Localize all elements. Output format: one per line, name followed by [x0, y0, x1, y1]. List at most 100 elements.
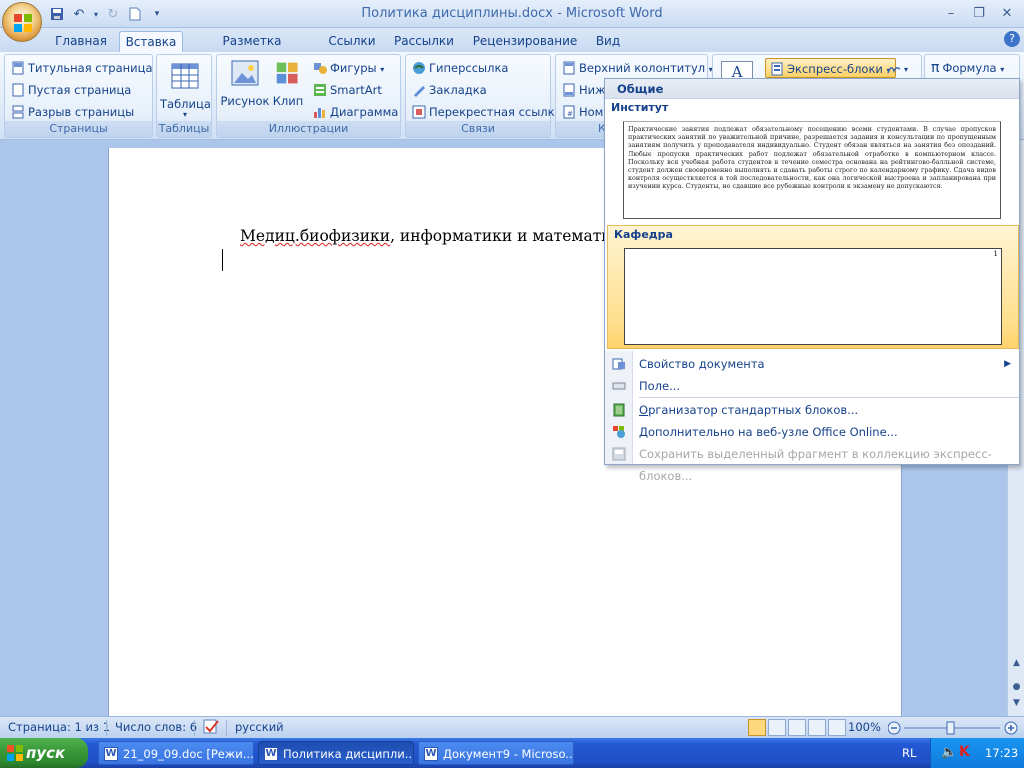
preview-page-number: 1 [993, 250, 998, 258]
minimize-button[interactable]: – [940, 3, 962, 23]
taskbar-item-doc2[interactable]: W Политика дисципли... [258, 741, 414, 765]
close-button[interactable]: ✕ [996, 3, 1018, 23]
start-button[interactable]: пуск [0, 738, 88, 768]
picture-icon [231, 60, 259, 86]
group-pages-label: Страницы [5, 121, 152, 137]
quick-parts-icon [771, 62, 783, 76]
zoom-slider[interactable] [888, 721, 1018, 735]
title-bar: ↶ ▾ ↻ ▾ Политика дисциплины.docx - Micro… [0, 0, 1024, 28]
taskbar-item-doc1[interactable]: W 21_09_09.doc [Режи... [98, 741, 254, 765]
tab-mailings[interactable]: Рассылки [392, 31, 456, 52]
text-cursor [222, 249, 223, 271]
shapes-button[interactable]: Фигуры ▾ [313, 58, 384, 78]
gallery-item-institute-preview: Практические занятия подлежат обязательн… [628, 125, 996, 191]
quick-parts-button[interactable]: Экспресс-блоки ▾ [765, 58, 896, 78]
system-tray: 🔈 K 17:23 [930, 738, 1024, 768]
blank-page-button[interactable]: Пустая страница [11, 80, 131, 100]
footer-icon [563, 83, 575, 97]
building-blocks-organizer-item[interactable]: Организатор стандартных блоков... [605, 399, 1019, 421]
header-icon [563, 61, 575, 75]
gallery-item-department[interactable]: Кафедра 1 [607, 225, 1019, 349]
help-icon[interactable]: ? [1004, 31, 1020, 47]
equation-button[interactable]: π Формула ▾ [931, 58, 1004, 78]
bookmark-button[interactable]: Закладка [412, 80, 487, 100]
word-count-status[interactable]: Число слов: 6 [115, 720, 197, 734]
office-logo-icon [14, 14, 32, 32]
hyperlink-button[interactable]: Гиперссылка [412, 58, 508, 78]
status-separator [226, 720, 227, 736]
footer-button[interactable]: Ниж [562, 80, 605, 100]
page-break-icon [12, 105, 24, 119]
table-button[interactable]: Таблица ▾ [160, 61, 211, 119]
language-status[interactable]: русский [235, 720, 284, 734]
select-browse-object-icon[interactable]: ● [1011, 682, 1022, 693]
scroll-down-page-icon[interactable]: ▼ [1011, 698, 1022, 709]
scroll-up-page-icon[interactable]: ▲ [1011, 658, 1022, 669]
group-links: Гиперссылка Закладка Перекрестная ссылка… [405, 54, 562, 138]
gallery-item-department-title: Кафедра [614, 228, 673, 241]
office-online-item[interactable]: Дополнительно на веб-узле Office Online.… [605, 421, 1019, 443]
document-property-item[interactable]: Свойство документа ▶ [605, 353, 1019, 375]
office-button[interactable] [2, 2, 42, 42]
shapes-icon [314, 63, 327, 74]
page-break-button[interactable]: Разрыв страницы [11, 102, 134, 122]
submenu-arrow-icon: ▶ [1004, 359, 1011, 369]
smartart-button[interactable]: SmartArt [313, 80, 382, 100]
cover-page-button[interactable]: Титульная страница ▾ [11, 58, 160, 78]
save-to-gallery-icon [612, 447, 626, 461]
draft-view-icon[interactable] [828, 719, 846, 736]
page-number-icon: # [563, 105, 575, 119]
zoom-level[interactable]: 100% [848, 720, 881, 734]
blank-page-icon [12, 83, 24, 97]
web-layout-view-icon[interactable] [788, 719, 806, 736]
chart-button[interactable]: Диаграмма [313, 102, 398, 122]
table-icon [171, 63, 199, 89]
office-online-icon [613, 426, 625, 438]
print-layout-view-icon[interactable] [748, 719, 766, 736]
taskbar-item-doc3[interactable]: W Документ9 - Microso... [418, 741, 574, 765]
page-number-button[interactable]: # Ном [562, 102, 603, 122]
building-blocks-icon [613, 403, 625, 417]
header-button[interactable]: Верхний колонтитул ▾ [562, 58, 713, 78]
full-screen-reading-view-icon[interactable] [768, 719, 786, 736]
cross-reference-button[interactable]: Перекрестная ссылка [412, 102, 562, 122]
gallery-item-institute-title: Институт [611, 101, 669, 114]
outline-view-icon[interactable] [808, 719, 826, 736]
word-icon: W [264, 747, 278, 761]
proofing-icon[interactable] [202, 718, 220, 739]
tab-review[interactable]: Рецензирование [470, 31, 580, 52]
status-bar: Страница: 1 из 1 Число слов: 6 русский 1… [0, 716, 1024, 738]
restore-button[interactable]: ❐ [968, 3, 990, 23]
tab-insert[interactable]: Вставка [119, 31, 183, 52]
word-icon: W [104, 747, 118, 761]
field-icon [612, 382, 626, 390]
group-illustrations: Рисунок Клип Фигуры ▾ SmartArt Диаграмма… [216, 54, 401, 138]
view-buttons [748, 719, 846, 736]
input-language-indicator[interactable]: RL [902, 746, 916, 760]
status-separator [194, 720, 195, 736]
tab-page-layout[interactable]: Разметка страницы [192, 31, 312, 68]
tab-references[interactable]: Ссылки [322, 31, 382, 52]
clip-art-button[interactable]: Клип [272, 58, 304, 108]
save-selection-item[interactable]: Сохранить выделенный фрагмент в коллекци… [605, 443, 1019, 483]
word-icon: W [424, 747, 438, 761]
page-count-status[interactable]: Страница: 1 из 1 [8, 720, 110, 734]
group-illustrations-label: Иллюстрации [217, 121, 400, 137]
document-text-line[interactable]: Медиц.биофизики, информатики и математи [240, 227, 612, 245]
pi-icon: π [931, 60, 940, 76]
tab-view[interactable]: Вид [590, 31, 626, 52]
antivirus-icon[interactable]: K [959, 744, 970, 760]
doc-misspelled-word: Медиц.биофизики [240, 227, 391, 245]
status-separator [106, 720, 107, 736]
picture-button[interactable]: Рисунок [220, 58, 270, 108]
tab-home[interactable]: Главная [50, 31, 112, 52]
group-tables-label: Таблицы [157, 121, 211, 137]
ribbon-tabs: Главная Вставка Разметка страницы Ссылки… [0, 28, 1024, 68]
field-item[interactable]: Поле... [605, 375, 1019, 397]
document-property-icon [612, 358, 625, 370]
smartart-icon [314, 84, 326, 96]
gallery-item-institute[interactable]: Практические занятия подлежат обязательн… [623, 121, 1001, 219]
volume-icon[interactable]: 🔈 [941, 745, 957, 760]
signature-line-button[interactable]: ▾ [887, 58, 908, 78]
clock[interactable]: 17:23 [985, 746, 1018, 760]
